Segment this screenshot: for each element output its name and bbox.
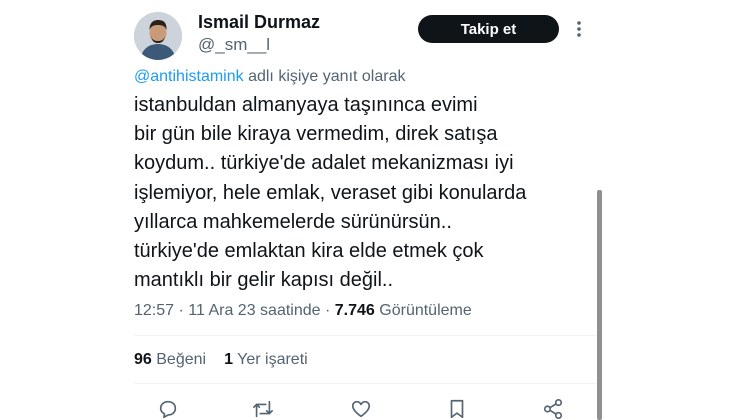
tweet-text-line: bir gün bile kiraya vermedim, direk satı… (134, 123, 498, 146)
tweet-text-line: türkiye'de emlaktan kira elde etmek çok (134, 240, 484, 263)
divider (134, 383, 596, 384)
tweet-text: istanbuldan almanyaya taşınınca evimi bi… (134, 91, 604, 295)
bookmark-icon[interactable] (444, 398, 470, 420)
follow-button[interactable]: Takip et (418, 15, 559, 43)
reply-bubble-icon[interactable] (155, 398, 181, 420)
tweet-text-line: koydum.. türkiye'de adalet mekanizması i… (134, 152, 514, 175)
views-label: Görüntüleme (379, 302, 472, 319)
tweet-text-line: işlemiyor, hele emlak, veraset gibi konu… (134, 181, 527, 204)
scrollbar[interactable] (597, 190, 602, 420)
divider (134, 335, 596, 336)
tweet-meta: 12:57 · 11 Ara 23 saatinde · 7.746 Görün… (134, 302, 472, 320)
tweet-date[interactable]: 11 Ara 23 saatinde (188, 302, 320, 319)
reply-mention-link[interactable]: @antihistamink (134, 68, 244, 85)
views-count[interactable]: 7.746 (335, 302, 375, 319)
bookmarks-label[interactable]: Yer işareti (237, 351, 308, 368)
reply-context: @antihistamink adlı kişiye yanıt olarak (134, 68, 405, 86)
author-avatar[interactable] (134, 12, 182, 60)
retweet-icon[interactable] (250, 398, 276, 420)
bookmarks-count[interactable]: 1 (224, 351, 233, 368)
more-dots-vertical-icon[interactable] (570, 17, 588, 41)
likes-label[interactable]: Beğeni (156, 351, 206, 368)
meta-separator: · (324, 302, 331, 319)
heart-icon[interactable] (348, 398, 374, 420)
tweet-text-line: yıllarca mahkemelerde sürünürsün.. (134, 210, 452, 233)
tweet-stats: 96 Beğeni 1 Yer işareti (134, 351, 308, 369)
author-handle[interactable]: @_sm__l (198, 35, 270, 55)
meta-separator: · (178, 302, 184, 319)
tweet-text-line: mantıklı bir gelir kapısı değil.. (134, 269, 393, 292)
share-icon[interactable] (540, 398, 566, 420)
tweet-actions (134, 398, 596, 420)
reply-context-suffix: adlı kişiye yanıt olarak (243, 68, 406, 85)
author-name[interactable]: Ismail Durmaz (198, 12, 320, 33)
likes-count[interactable]: 96 (134, 351, 152, 368)
tweet-time[interactable]: 12:57 (134, 302, 174, 319)
tweet-text-line: istanbuldan almanyaya taşınınca evimi (134, 94, 478, 116)
